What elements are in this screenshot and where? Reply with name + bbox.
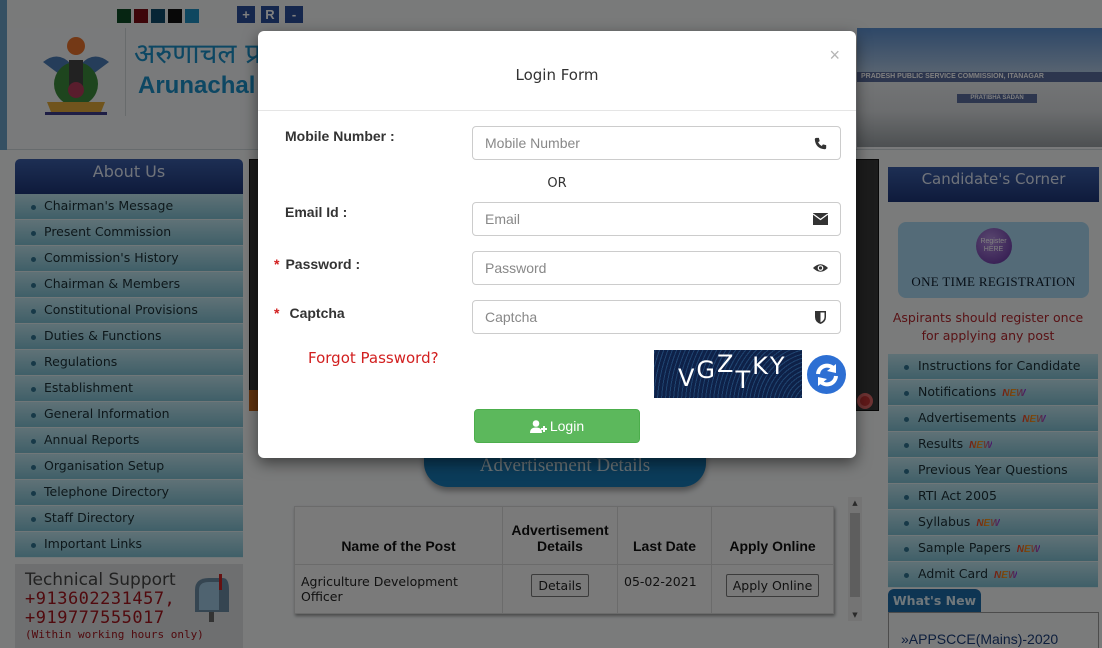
email-field[interactable] (472, 202, 841, 236)
captcha-refresh-button[interactable] (807, 355, 846, 394)
captcha-label: Captcha (289, 305, 345, 321)
shield-icon (812, 309, 828, 325)
captcha-field[interactable] (472, 300, 841, 334)
email-label: Email Id : (285, 204, 348, 220)
forgot-password-link[interactable]: Forgot Password? (308, 349, 439, 367)
required-mark: * (274, 305, 280, 321)
password-label: Password : (285, 256, 361, 272)
envelope-icon (812, 211, 828, 227)
close-icon[interactable]: × (829, 45, 840, 66)
mobile-field[interactable] (472, 126, 841, 160)
password-input[interactable] (473, 252, 793, 284)
modal-divider (258, 110, 856, 111)
captcha-char: V (678, 364, 697, 392)
password-label-row: * Password : (274, 256, 360, 272)
mobile-label: Mobile Number : (285, 128, 395, 144)
captcha-char: G (696, 356, 718, 384)
eye-icon[interactable] (812, 260, 828, 276)
login-modal: × Login Form Mobile Number : OR Email Id… (258, 31, 856, 458)
login-button[interactable]: Login (474, 409, 640, 443)
password-field[interactable] (472, 251, 841, 285)
email-input[interactable] (473, 203, 793, 235)
mobile-input[interactable] (473, 127, 793, 159)
captcha-input[interactable] (473, 301, 793, 333)
captcha-char: Y (769, 352, 787, 380)
captcha-label-row: * Captcha (274, 305, 345, 321)
modal-title: Login Form (515, 66, 599, 84)
captcha-char: K (752, 352, 770, 380)
captcha-text: VGZTKY (678, 350, 787, 394)
captcha-char: Z (717, 350, 736, 378)
phone-icon (812, 135, 828, 151)
login-label: Login (549, 418, 585, 434)
captcha-image: VGZTKY (654, 350, 802, 398)
or-separator: OR (547, 176, 567, 191)
refresh-icon (815, 363, 838, 386)
add-user-icon (529, 419, 547, 433)
captcha-char: T (735, 366, 753, 394)
required-mark: * (274, 256, 280, 272)
